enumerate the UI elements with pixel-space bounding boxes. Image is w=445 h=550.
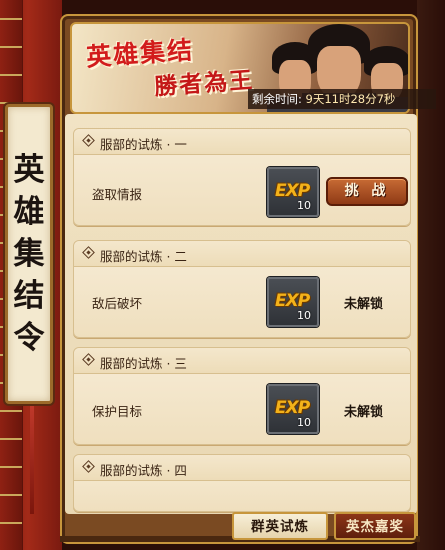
diamond-icon <box>82 134 95 147</box>
task-name: 盗取情报 <box>92 187 143 202</box>
exp-reward-icon[interactable]: EXP 10 <box>267 167 319 217</box>
exp-count: 10 <box>297 309 311 322</box>
task-name: 保护目标 <box>92 404 143 419</box>
trial-card-header: 服部的试炼 · 二 <box>74 241 410 267</box>
trial-card-1: 服部的试炼 · 一 盗取情报 EXP 10 挑 战 <box>73 128 411 226</box>
exp-label: EXP <box>275 181 310 201</box>
scroll-char: 英 <box>13 152 45 188</box>
tab-hero-trials[interactable]: 群英试炼 <box>232 512 328 540</box>
timer-label: 剩余时间: <box>252 92 302 106</box>
challenge-button[interactable]: 挑 战 <box>326 177 408 206</box>
diamond-icon <box>82 353 95 366</box>
trial-card-header: 服部的试炼 · 一 <box>74 129 410 155</box>
diamond-icon <box>82 246 95 259</box>
diamond-icon <box>82 460 95 473</box>
exp-label: EXP <box>275 398 310 418</box>
locked-status: 未解锁 <box>344 297 384 312</box>
scroll-char: 雄 <box>13 194 45 230</box>
exp-count: 10 <box>297 416 311 429</box>
exp-count: 10 <box>297 199 311 212</box>
trial-title: 服部的试炼 · 三 <box>100 356 187 371</box>
locked-status: 未解锁 <box>344 405 384 420</box>
event-title-scroll: 英 雄 集 结 令 <box>5 104 53 404</box>
trial-title: 服部的试炼 · 二 <box>100 249 187 264</box>
scroll-char: 集 <box>13 236 45 272</box>
tab-hero-rewards[interactable]: 英杰嘉奖 <box>334 512 416 540</box>
exp-label: EXP <box>275 291 310 311</box>
trial-card-header: 服部的试炼 · 三 <box>74 348 410 374</box>
task-name: 敌后破坏 <box>92 296 143 311</box>
trial-card-header: 服部的试炼 · 四 <box>74 455 410 481</box>
remaining-time: 剩余时间: 9天11时28分7秒 <box>252 91 395 107</box>
banner-title-line2: 勝者為王 <box>153 66 255 101</box>
trial-title: 服部的试炼 · 四 <box>100 463 187 478</box>
scroll-char: 结 <box>13 278 45 314</box>
exp-reward-icon[interactable]: EXP 10 <box>267 384 319 434</box>
timer-value: 9天11时28分7秒 <box>305 92 396 106</box>
trial-card-2: 服部的试炼 · 二 敌后破坏 EXP 10 未解锁 <box>73 240 411 338</box>
exp-reward-icon[interactable]: EXP 10 <box>267 277 319 327</box>
tassel-decoration <box>30 404 34 514</box>
trial-title: 服部的试炼 · 一 <box>100 137 187 152</box>
trial-card-4: 服部的试炼 · 四 <box>73 454 411 512</box>
trial-card-3: 服部的试炼 · 三 保护目标 EXP 10 未解锁 <box>73 347 411 445</box>
scroll-char: 令 <box>13 320 45 356</box>
right-edge-strip <box>417 0 445 550</box>
